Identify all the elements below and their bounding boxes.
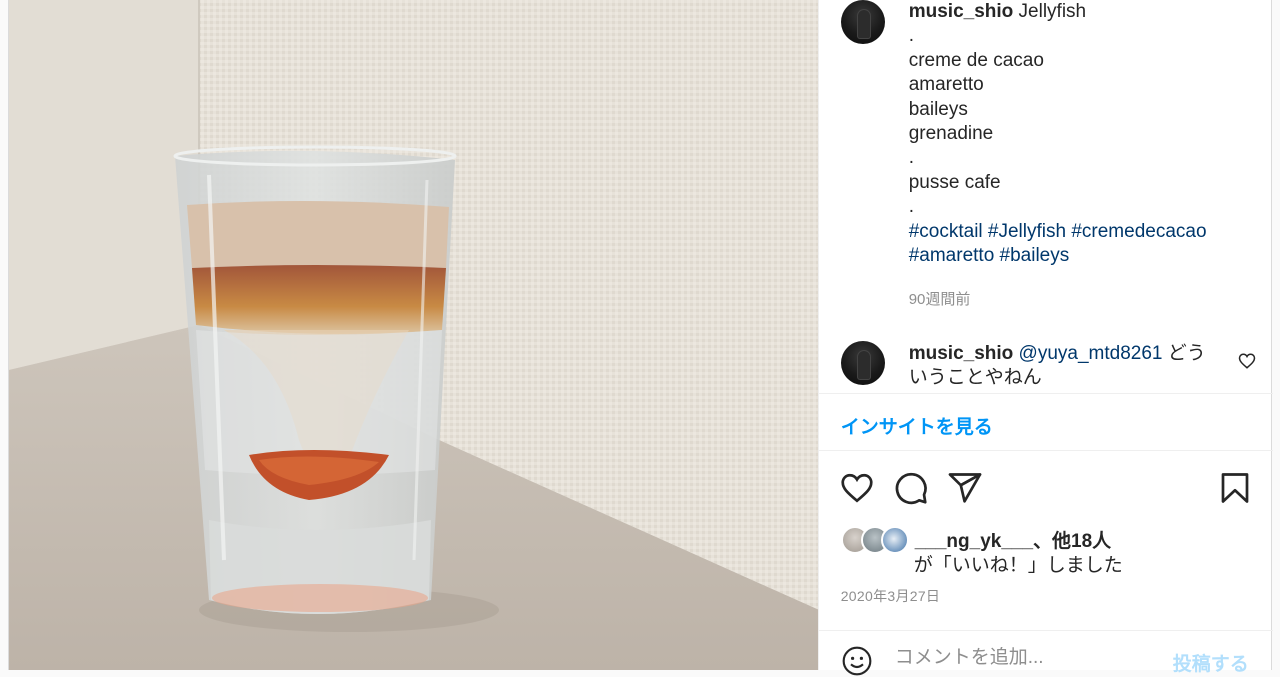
add-comment-input[interactable] <box>894 647 1155 669</box>
likes-others[interactable]: 、他18人 <box>1033 531 1111 552</box>
likes-suffix: が「いいね！」しました <box>913 555 1123 576</box>
likes-first-user[interactable]: ___ng_yk___ <box>915 531 1033 552</box>
insights-bar: インサイトを見る <box>818 393 1273 451</box>
caption-header: music_shio Jellyfish <box>909 0 1249 24</box>
comment-text-1: どう <box>1162 343 1206 364</box>
comment-username[interactable]: music_shio <box>909 343 1014 364</box>
comment: music_shio @yuya_mtd8261 どう いうことやねん <box>909 342 1229 390</box>
caption-title: Jellyfish <box>1018 1 1087 22</box>
add-comment-bar: 投稿する <box>818 630 1273 676</box>
post-sidebar: music_shio Jellyfish . creme de cacao am… <box>817 0 1273 676</box>
caption-username[interactable]: music_shio <box>909 1 1014 22</box>
caption-line-2: creme de cacao <box>908 49 1044 71</box>
heart-icon[interactable] <box>839 470 875 506</box>
cocktail-photo-art <box>9 0 818 670</box>
caption-line-8: . <box>908 196 914 218</box>
caption-line-5: grenadine <box>908 123 994 145</box>
paper-plane-icon[interactable] <box>947 470 983 506</box>
caption-line-3: amaretto <box>908 74 984 96</box>
caption-line-1: . <box>908 25 914 47</box>
caption-time[interactable]: 90週間前 <box>909 288 971 309</box>
comment-text-2: いうことやねん <box>908 367 1042 388</box>
liker-avatar-3[interactable] <box>880 526 909 554</box>
insights-link[interactable]: インサイトを見る <box>841 412 993 439</box>
post-frame: music_shio Jellyfish . creme de cacao am… <box>8 0 1273 676</box>
caption-avatar[interactable] <box>840 0 885 44</box>
action-bar <box>819 468 1273 508</box>
caption-line-4: baileys <box>908 98 968 120</box>
comment-avatar[interactable] <box>840 341 885 385</box>
caption-line-6: . <box>908 147 914 169</box>
bookmark-icon[interactable] <box>1217 470 1253 506</box>
caption-hashtags-1[interactable]: #cocktail #Jellyfish #cremedecacao <box>909 220 1249 244</box>
smile-icon[interactable] <box>841 645 873 677</box>
comment-mention[interactable]: @yuya_mtd8261 <box>1019 343 1163 364</box>
heart-outline-icon[interactable] <box>1238 352 1256 370</box>
comment-icon[interactable] <box>893 470 929 506</box>
post-comment-button[interactable]: 投稿する <box>1173 649 1249 676</box>
caption-hashtags-2[interactable]: #amaretto #baileys <box>909 244 1249 268</box>
caption-line-7: pusse cafe <box>908 171 1001 193</box>
post-photo[interactable] <box>9 0 818 670</box>
post-date[interactable]: 2020年3月27日 <box>841 586 941 606</box>
likes-users[interactable]: ___ng_yk___、他18人 <box>915 526 1111 553</box>
caption: music_shio Jellyfish . creme de cacao am… <box>909 0 1249 268</box>
